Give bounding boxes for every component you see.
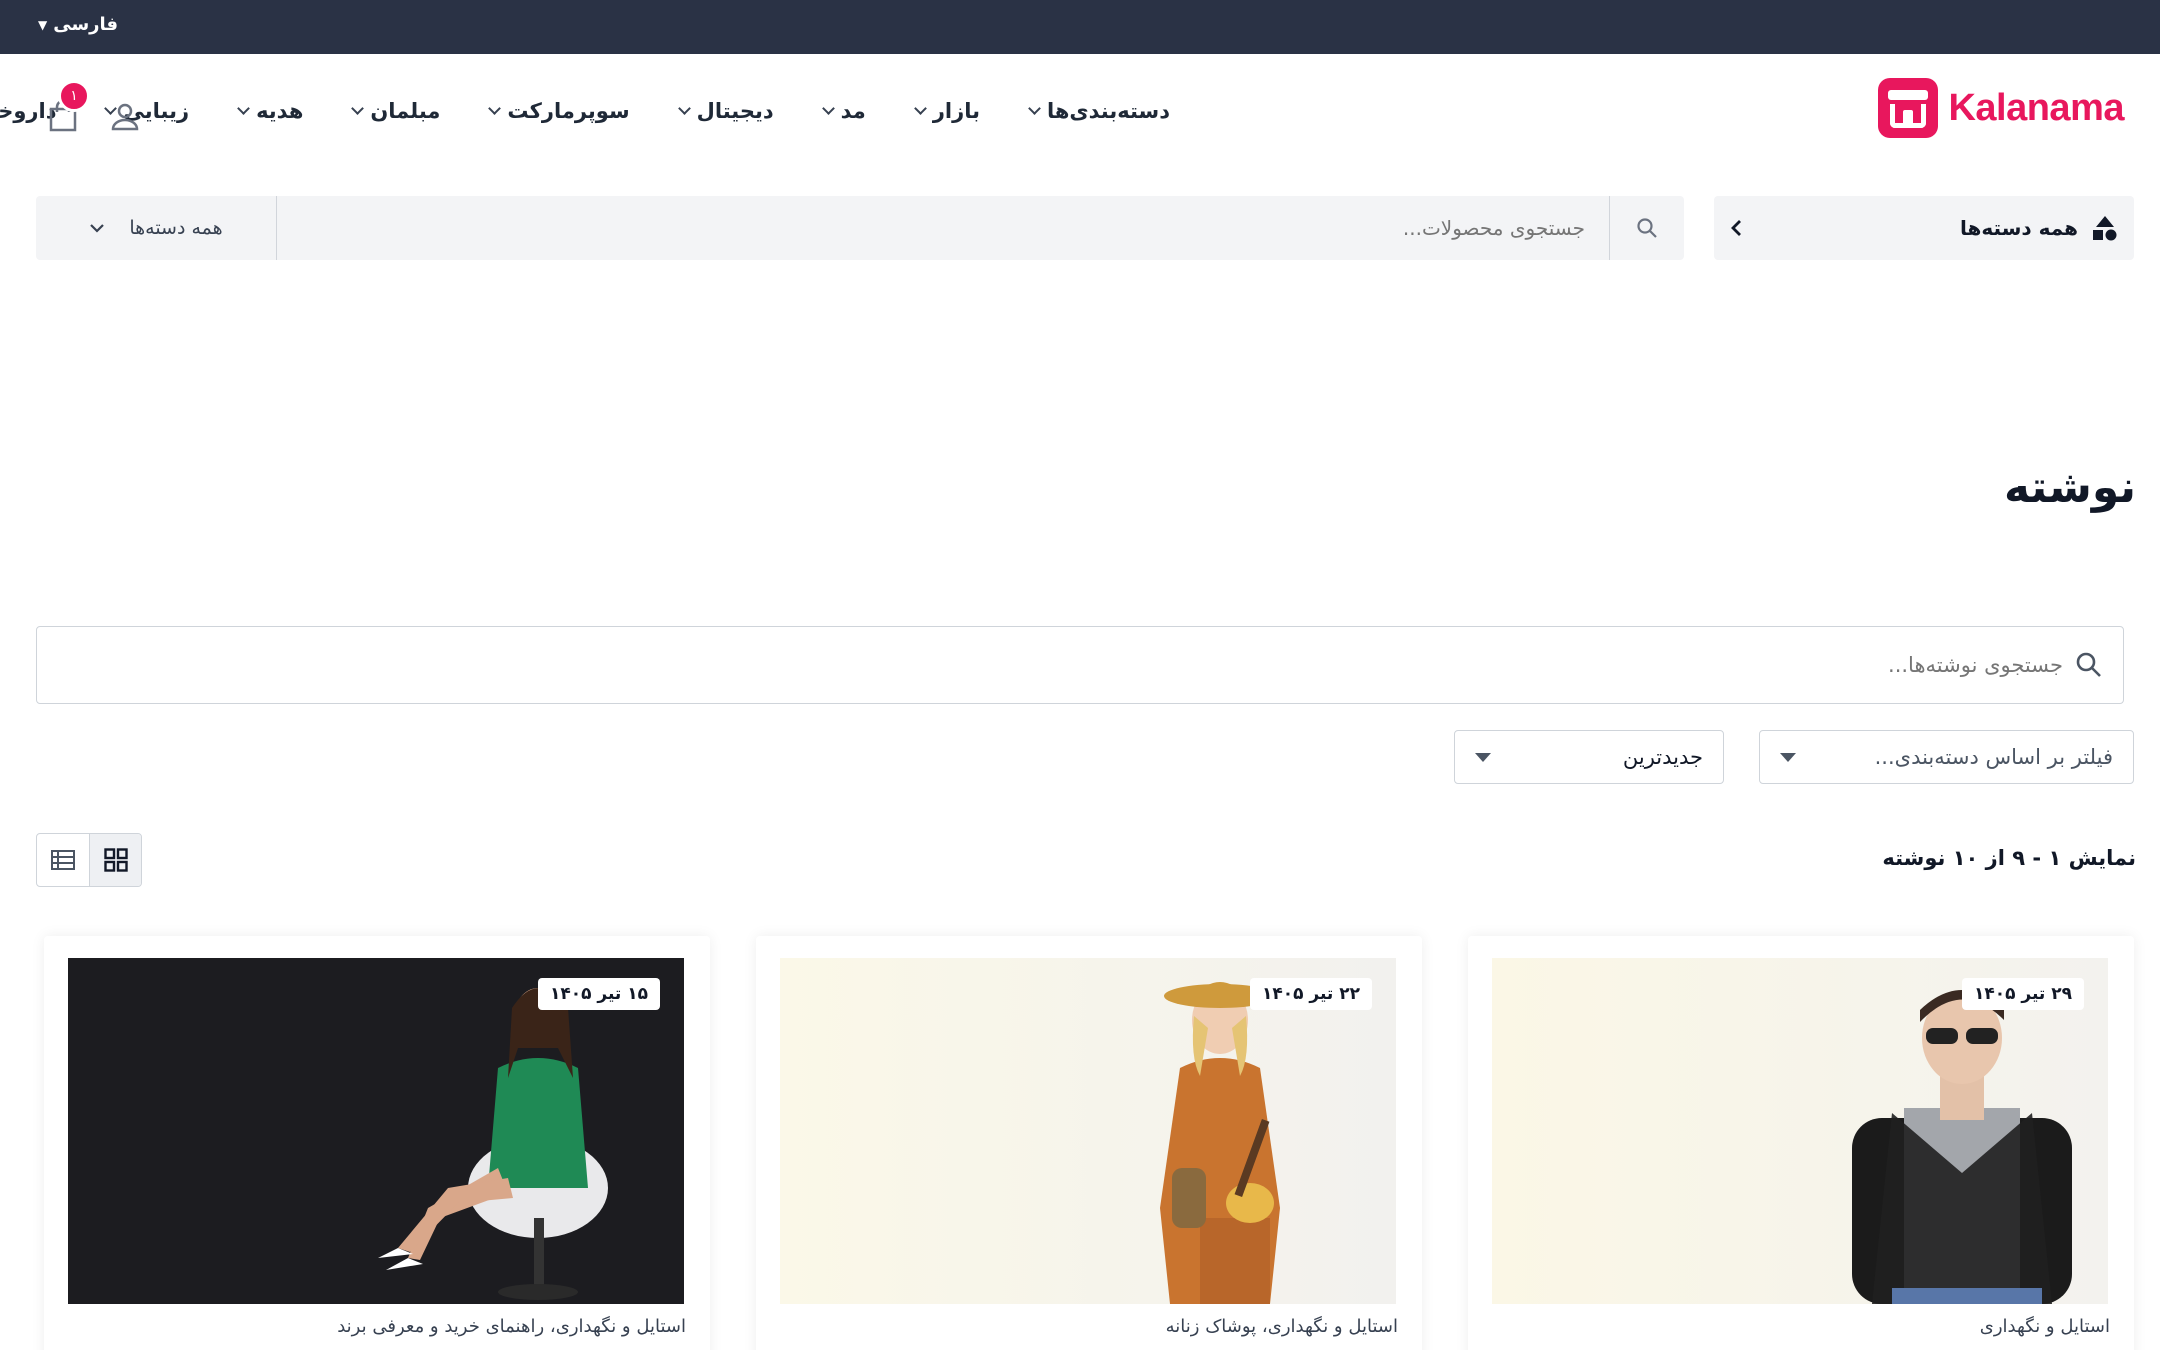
- chevron-down-icon: [488, 102, 502, 115]
- post-date-badge: ۲۲ تیر ۱۴۰۵: [1249, 978, 1372, 1010]
- page-title: نوشته: [2003, 462, 2136, 513]
- product-search-input[interactable]: [276, 196, 1610, 260]
- category-filter-label: فیلتر بر اساس دسته‌بندی...: [1874, 745, 2113, 769]
- dropdown-arrow-icon: [1475, 752, 1491, 762]
- post-date-badge: ۱۵ تیر ۱۴۰۵: [537, 978, 660, 1010]
- cart-count-badge: ۱: [58, 80, 90, 112]
- store-logo-icon: [1878, 78, 1939, 138]
- post-image[interactable]: ۱۵ تیر ۱۴۰۵: [68, 958, 684, 1304]
- logo[interactable]: Kalanama: [1878, 78, 2124, 138]
- blog-search-input[interactable]: [103, 627, 2063, 703]
- search-icon: [2076, 652, 2101, 677]
- search-icon: [1637, 218, 1657, 238]
- post-image[interactable]: ۲۹ تیر ۱۴۰۵: [1492, 958, 2108, 1304]
- chevron-down-icon: [90, 224, 105, 233]
- sort-select[interactable]: جدیدترین: [1454, 730, 1724, 784]
- all-categories-button[interactable]: همه دسته‌ها: [1714, 196, 2134, 260]
- nav-label: بازار: [932, 99, 980, 123]
- nav-label: دسته‌بندی‌ها: [1046, 99, 1170, 123]
- nav-label: مد: [840, 99, 866, 123]
- header-icons: ۱: [48, 80, 140, 136]
- search-category-label: همه دسته‌ها: [129, 217, 223, 239]
- search-category-select[interactable]: همه دسته‌ها: [36, 196, 276, 260]
- nav-item-bazaar[interactable]: بازار: [913, 99, 980, 123]
- post-category-link[interactable]: استایل و نگهداری: [1980, 1316, 2110, 1337]
- post-categories: استایل و نگهداری، پوشاک زنانه: [1166, 1316, 1398, 1337]
- nav-item-digital[interactable]: دیجیتال: [677, 99, 774, 123]
- brand-name: Kalanama: [1948, 86, 2124, 129]
- blog-search-bar: [36, 626, 2124, 704]
- nav-item-gift[interactable]: هدیه: [237, 99, 304, 123]
- post-date-badge: ۲۹ تیر ۱۴۰۵: [1961, 978, 2084, 1010]
- view-toggle: [36, 833, 142, 887]
- chevron-down-icon: [1028, 102, 1041, 115]
- nav-label: هدیه: [256, 99, 304, 123]
- post-card[interactable]: ۲۹ تیر ۱۴۰۵ استایل و نگهداری: [1468, 936, 2134, 1350]
- chevron-down-icon: [677, 102, 691, 115]
- chevron-down-icon: [821, 102, 835, 115]
- cart-button[interactable]: ۱: [48, 80, 90, 136]
- post-categories: استایل و نگهداری: [1980, 1316, 2110, 1337]
- post-category-link[interactable]: پوشاک زنانه: [1166, 1316, 1257, 1337]
- user-icon: [111, 103, 139, 131]
- nav-item-furniture[interactable]: مبلمان: [351, 99, 441, 123]
- chevron-down-icon: [351, 102, 365, 115]
- post-category-link[interactable]: استایل و نگهداری،: [1262, 1316, 1398, 1337]
- dropdown-arrow-icon: [1780, 752, 1796, 762]
- nav-label: مبلمان: [370, 99, 441, 123]
- post-categories: استایل و نگهداری، راهنمای خرید و معرفی ب…: [337, 1316, 686, 1337]
- post-category-link[interactable]: استایل و نگهداری،: [550, 1316, 686, 1337]
- language-selector[interactable]: ▼ فارسی: [38, 14, 118, 35]
- list-view-icon: [51, 850, 75, 870]
- header: Kalanama دسته‌بندی‌ها بازار مد دیجیتال س…: [0, 54, 2160, 174]
- nav-label: سوپرمارکت: [507, 99, 630, 123]
- shapes-icon: [2093, 216, 2117, 241]
- account-button[interactable]: [110, 101, 140, 135]
- all-categories-label: همه دسته‌ها: [1960, 216, 2078, 240]
- top-bar: ▼ فارسی: [0, 0, 2160, 54]
- sort-label: جدیدترین: [1622, 745, 1703, 769]
- list-view-button[interactable]: [37, 834, 89, 886]
- search-submit-button[interactable]: [1610, 196, 1684, 260]
- post-image[interactable]: ۲۲ تیر ۱۴۰۵: [780, 958, 1396, 1304]
- post-category-link[interactable]: راهنمای خرید و معرفی برند: [337, 1316, 544, 1337]
- nav-item-supermarket[interactable]: سوپرمارکت: [488, 99, 630, 123]
- nav-item-fashion[interactable]: مد: [821, 99, 866, 123]
- post-card[interactable]: ۱۵ تیر ۱۴۰۵ استایل و نگهداری، راهنمای خر…: [44, 936, 710, 1350]
- product-search-bar: همه دسته‌ها: [36, 196, 1684, 260]
- chevron-down-icon: [237, 102, 250, 115]
- category-filter-select[interactable]: فیلتر بر اساس دسته‌بندی...: [1759, 730, 2134, 784]
- nav-label: دیجیتال: [696, 99, 774, 123]
- chevron-down-icon: [913, 102, 927, 115]
- language-label: فارسی: [53, 14, 119, 35]
- post-card[interactable]: ۲۲ تیر ۱۴۰۵ استایل و نگهداری، پوشاک زنان…: [756, 936, 1422, 1350]
- grid-view-icon: [103, 848, 128, 872]
- chevron-down-icon: ▼: [38, 17, 48, 32]
- main-nav: دسته‌بندی‌ها بازار مد دیجیتال سوپرمارکت …: [0, 99, 1170, 123]
- results-count: نمایش ۱ - ۹ از ۱۰ نوشته: [1882, 846, 2136, 870]
- chevron-left-icon: [1731, 220, 1741, 236]
- nav-item-categories[interactable]: دسته‌بندی‌ها: [1028, 99, 1170, 123]
- grid-view-button[interactable]: [89, 834, 141, 886]
